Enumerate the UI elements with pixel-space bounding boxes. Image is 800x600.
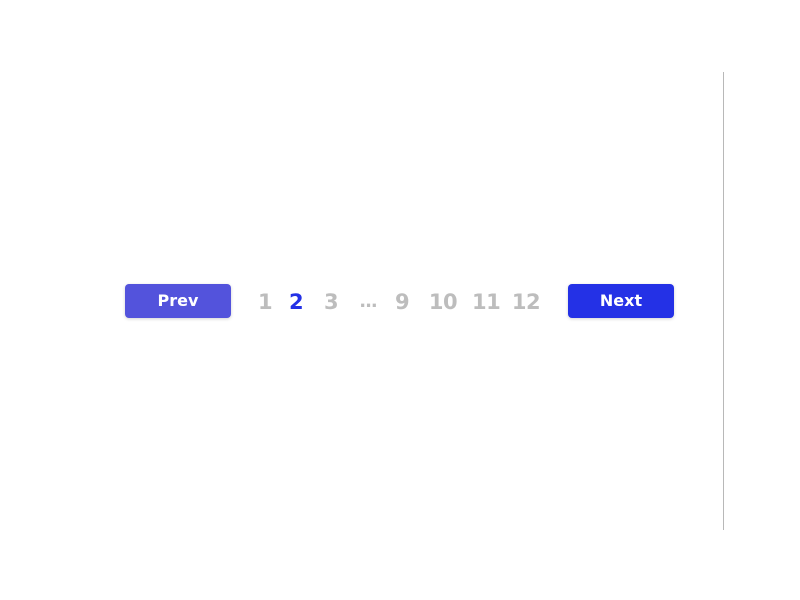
page-11-link[interactable]: 11	[472, 284, 501, 320]
page-ellipsis: ...	[359, 291, 378, 312]
page-1-link[interactable]: 1	[254, 284, 276, 320]
page-9-link[interactable]: 9	[391, 284, 413, 320]
vertical-divider	[723, 72, 724, 530]
page-12-link[interactable]: 12	[511, 284, 541, 320]
next-button[interactable]: Next	[568, 284, 674, 318]
page-number-list: 1 2 3 ... 9 10 11 12	[0, 284, 800, 320]
page-10-link[interactable]: 10	[428, 284, 458, 320]
page-2-current[interactable]: 2	[285, 284, 307, 320]
page-3-link[interactable]: 3	[320, 284, 342, 320]
pagination-stage: Prev 1 2 3 ... 9 10 11 12 Next	[0, 0, 800, 600]
